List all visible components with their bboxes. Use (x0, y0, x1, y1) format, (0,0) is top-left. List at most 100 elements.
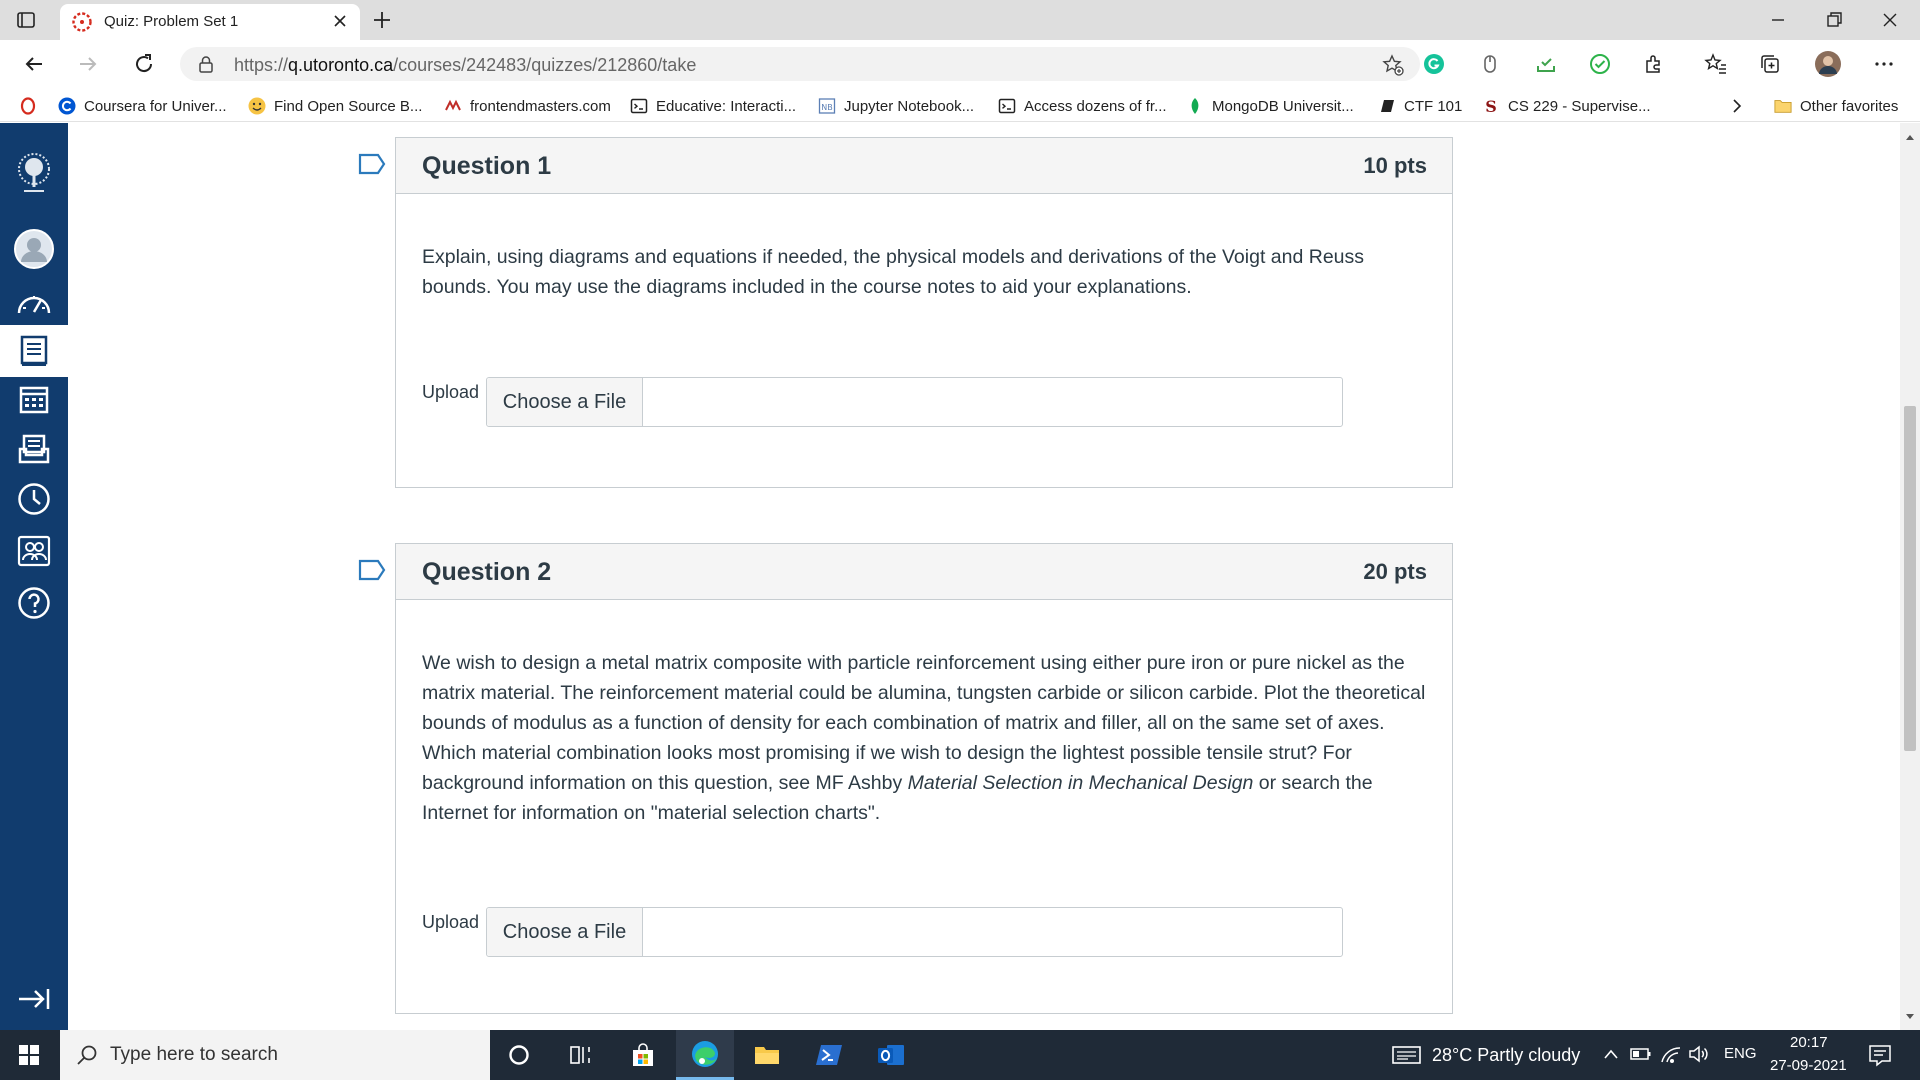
taskbar-app-store[interactable] (614, 1030, 672, 1080)
clock-time[interactable]: 20:17 (1790, 1034, 1828, 1051)
tab-actions-icon[interactable] (16, 10, 36, 30)
taskbar-app-edge[interactable] (676, 1030, 734, 1080)
favorite-item[interactable]: Educative: Interacti... (630, 95, 796, 117)
address-bar[interactable]: https://q.utoronto.ca/courses/242483/qui… (180, 47, 1420, 81)
choose-file-button[interactable]: Choose a File (487, 378, 643, 426)
flag-question-icon[interactable] (358, 559, 386, 581)
close-tab-icon[interactable] (332, 13, 348, 29)
collapse-nav-button[interactable] (0, 973, 68, 1025)
language-indicator[interactable]: ENG (1724, 1045, 1757, 1062)
favorite-item[interactable]: MongoDB Universit... (1186, 95, 1354, 117)
frontendmasters-icon (444, 97, 462, 115)
more-options-icon[interactable] (1872, 52, 1896, 76)
scroll-up-icon[interactable] (1905, 133, 1915, 141)
outlook-icon (877, 1042, 905, 1068)
nav-account[interactable] (0, 223, 68, 275)
question-header: Question 1 10 pts (396, 138, 1452, 194)
start-button[interactable] (0, 1030, 58, 1080)
volume-icon[interactable] (1688, 1044, 1710, 1064)
restore-icon[interactable] (1822, 8, 1846, 32)
question-points: 10 pts (1363, 153, 1427, 178)
scroll-down-icon[interactable] (1905, 1013, 1915, 1021)
windows-logo-icon (18, 1044, 40, 1066)
wifi-icon[interactable] (1660, 1044, 1682, 1064)
check-circle-icon[interactable] (1588, 52, 1612, 76)
search-placeholder: Type here to search (110, 1044, 278, 1065)
favorite-item[interactable]: S CS 229 - Supervise... (1482, 95, 1650, 117)
nav-help[interactable] (0, 577, 68, 629)
cortana-button[interactable] (490, 1030, 548, 1080)
nav-dashboard[interactable] (0, 277, 68, 329)
profile-avatar[interactable] (1814, 50, 1842, 78)
browser-tab-active[interactable]: Quiz: Problem Set 1 (60, 4, 360, 40)
flag-question-icon[interactable] (358, 153, 386, 175)
weather-text[interactable]: 28°C Partly cloudy (1432, 1045, 1580, 1066)
question-text: We wish to design a metal matrix composi… (422, 652, 1426, 824)
favorites-list-icon[interactable] (1704, 52, 1728, 76)
lock-icon[interactable] (198, 55, 214, 73)
refresh-icon[interactable] (132, 52, 156, 76)
task-view-button[interactable] (552, 1030, 610, 1080)
minimize-icon[interactable] (1766, 8, 1790, 32)
search-icon (76, 1044, 98, 1066)
dashboard-gauge-icon (16, 288, 52, 318)
url-text[interactable]: https://q.utoronto.ca/courses/242483/qui… (234, 55, 696, 76)
clock-date[interactable]: 27-09-2021 (1770, 1057, 1847, 1074)
nav-commons[interactable] (0, 525, 68, 577)
other-favorites[interactable]: Other favorites (1774, 95, 1898, 117)
upload-label: Upload (422, 912, 480, 932)
weather-icon[interactable] (1392, 1044, 1422, 1066)
taskbar-app-powershell[interactable] (800, 1030, 858, 1080)
forward-arrow-icon[interactable] (76, 52, 100, 76)
favorite-item[interactable]: frontendmasters.com (444, 95, 611, 117)
inbox-icon (17, 433, 51, 465)
question-title: Question 2 (422, 558, 552, 586)
question-points: 20 pts (1363, 559, 1427, 584)
chevron-up-icon[interactable] (1602, 1046, 1620, 1062)
scrollbar-thumb[interactable] (1904, 406, 1916, 751)
favorites-opera-icon[interactable] (20, 95, 36, 117)
page-scrollbar[interactable] (1900, 123, 1920, 1030)
close-window-icon[interactable] (1878, 8, 1902, 32)
nav-history[interactable] (0, 473, 68, 525)
notifications-icon[interactable] (1868, 1043, 1892, 1067)
add-favorite-icon[interactable] (1382, 54, 1404, 76)
choose-file-button[interactable]: Choose a File (487, 908, 643, 956)
file-upload-field[interactable]: Choose a File (486, 377, 1343, 427)
question-title: Question 1 (422, 152, 552, 180)
download-tray-icon[interactable] (1534, 52, 1558, 76)
question-text: Explain, using diagrams and equations if… (422, 246, 1365, 298)
nav-inbox[interactable] (0, 423, 68, 475)
favorite-item[interactable]: Find Open Source B... (248, 95, 422, 117)
nav-calendar[interactable] (0, 373, 68, 425)
edge-browser-icon (690, 1039, 720, 1069)
nav-courses[interactable] (0, 325, 68, 377)
favorite-item[interactable]: Access dozens of fr... (998, 95, 1167, 117)
grammarly-icon[interactable] (1422, 52, 1446, 76)
file-upload-field[interactable]: Choose a File (486, 907, 1343, 957)
favorite-item[interactable]: Coursera for Univer... (58, 95, 227, 117)
chevron-right-icon[interactable] (1730, 95, 1744, 117)
university-logo[interactable] (0, 148, 68, 200)
extensions-puzzle-icon[interactable] (1642, 52, 1666, 76)
browser-toolbar: https://q.utoronto.ca/courses/242483/qui… (0, 40, 1920, 88)
courses-book-icon (19, 334, 49, 368)
powershell-icon (815, 1043, 843, 1067)
collections-icon[interactable] (1758, 52, 1782, 76)
favorite-item[interactable]: CTF 101 (1378, 95, 1462, 117)
store-bag-icon (630, 1042, 656, 1068)
battery-icon[interactable] (1630, 1046, 1652, 1062)
favorite-item[interactable]: NB Jupyter Notebook... (818, 95, 974, 117)
taskbar-app-file-explorer[interactable] (738, 1030, 796, 1080)
taskbar-search[interactable]: Type here to search (60, 1030, 490, 1080)
mouse-extension-icon[interactable] (1478, 52, 1502, 76)
terminal-icon (998, 97, 1016, 115)
new-tab-icon[interactable] (370, 8, 394, 32)
taskbar-app-outlook[interactable] (862, 1030, 920, 1080)
folder-icon (1774, 97, 1792, 115)
question-card: Question 1 10 pts Explain, using diagram… (395, 137, 1453, 488)
calendar-icon (18, 383, 50, 415)
tab-title: Quiz: Problem Set 1 (104, 13, 239, 30)
back-arrow-icon[interactable] (22, 52, 46, 76)
upload-label: Upload (422, 382, 480, 402)
